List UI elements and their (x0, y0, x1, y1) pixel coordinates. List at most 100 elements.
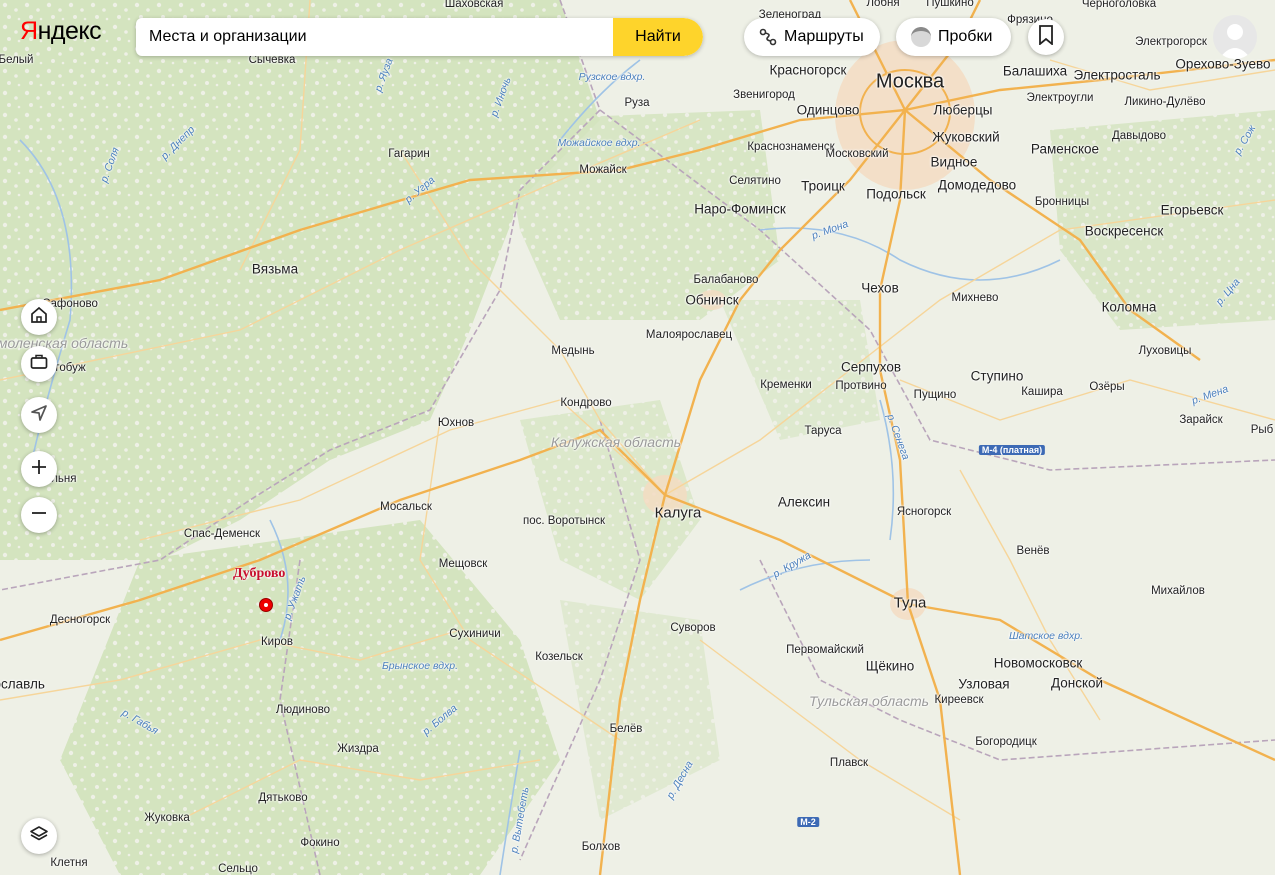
map-label: Алексин (777, 494, 831, 510)
map-label: Венёв (1016, 545, 1050, 557)
map-label: Белёв (609, 723, 643, 735)
navigation-arrow-icon (29, 403, 49, 428)
map-label: Киреевск (934, 694, 984, 706)
map-label: Гагарин (388, 148, 430, 160)
map-label: Пущино (913, 389, 957, 401)
map-label: Орехово-Зуево (1175, 56, 1271, 72)
map-label: Щёкино (865, 658, 915, 674)
map-label: Кондрово (560, 397, 612, 409)
map-label: Первомайский (786, 644, 864, 656)
map-label: Троицк (801, 178, 845, 194)
map-label: Воскресенск (1084, 223, 1164, 239)
search-input[interactable] (136, 18, 613, 56)
map-label: Десногорск (49, 614, 111, 626)
placemark-label[interactable]: Дуброво (233, 566, 285, 582)
map-label: Шатское вдхр. (1009, 630, 1083, 642)
map-label: Шаховская (444, 0, 504, 10)
map-label: Новомосковск (993, 655, 1083, 671)
map-label: Электросталь (1073, 67, 1161, 83)
map-label: Мещовск (438, 558, 488, 570)
locate-me-button[interactable] (21, 397, 57, 433)
map-label: Давыдово (1111, 130, 1167, 142)
routes-label: Маршруты (784, 28, 864, 45)
map-label: Наро-Фоминск (694, 201, 786, 217)
map-label: Киров (260, 636, 294, 648)
traffic-button[interactable]: Пробки (896, 18, 1011, 56)
map-label: Можайск (579, 164, 627, 176)
map-label: Люберцы (933, 102, 993, 118)
map-label: Сухиничи (449, 628, 501, 640)
map-label: Егорьевск (1160, 202, 1224, 218)
search-button[interactable]: Найти (613, 18, 703, 56)
map-label: Можайское вдхр. (557, 137, 641, 149)
traffic-label: Пробки (938, 28, 993, 45)
map-label: Жуковка (144, 812, 190, 824)
minus-icon (30, 504, 48, 527)
map-label: Вязьма (251, 261, 299, 277)
layers-button[interactable] (21, 818, 57, 854)
map-label: Бронницы (1034, 196, 1090, 208)
user-avatar[interactable] (1213, 15, 1257, 59)
map-label: Узловая (958, 676, 1010, 692)
map-label: Ясногорск (896, 506, 952, 518)
map-label: Ликино-Дулёво (1124, 96, 1206, 108)
map-label: пос. Воротынск (522, 515, 606, 527)
home-button[interactable] (21, 299, 57, 335)
map-label: Дятьково (258, 792, 308, 804)
map-label: Кременки (760, 379, 812, 391)
map-label: Тула (893, 594, 927, 612)
map-label: Электрогорск (1135, 36, 1207, 48)
map-label: Красногорск (769, 62, 847, 78)
map-label: Луховицы (1138, 345, 1192, 357)
map-label: Домодедово (937, 177, 1017, 193)
map-label: Калуга (654, 504, 702, 522)
map-label: Таруса (804, 425, 842, 437)
map-label: Брынское вдхр. (381, 660, 459, 672)
map-label: Зарайск (1179, 414, 1223, 426)
zoom-in-button[interactable] (21, 451, 57, 487)
map-label: Селятино (729, 175, 781, 187)
user-icon (1219, 24, 1251, 59)
map-label: Кашира (1021, 386, 1063, 398)
map-label: Московский (825, 148, 889, 160)
bookmarks-button[interactable] (1028, 19, 1064, 55)
map-label: Богородицк (975, 736, 1037, 748)
zoom-out-button[interactable] (21, 497, 57, 533)
map-label: Звенигород (733, 89, 795, 101)
map-label: Электроугли (1026, 92, 1094, 104)
map-label: Москва (875, 70, 945, 93)
briefcase-icon (29, 352, 49, 377)
placemark-pin[interactable] (259, 598, 273, 612)
map-label: Рославль (0, 676, 45, 692)
map-label: Мосальск (380, 501, 432, 513)
yandex-logo[interactable]: Яндекс (20, 17, 102, 46)
map-label: Озёры (1089, 381, 1125, 393)
map-label: Донской (1050, 675, 1104, 691)
map-label: Жуковский (932, 129, 1000, 145)
traffic-icon (910, 26, 932, 48)
map-label: Лобня (866, 0, 900, 9)
map-label: Балашиха (1002, 63, 1068, 79)
map-label: Болхов (581, 841, 621, 853)
map-label: Смоленская область (0, 335, 129, 351)
map-label: Калужская область (550, 434, 682, 450)
routes-button[interactable]: Маршруты (744, 18, 880, 56)
map-label: Черноголовка (1081, 0, 1157, 10)
map-label: Козельск (535, 651, 583, 663)
map-label: Малоярославец (645, 329, 733, 341)
home-icon (29, 305, 49, 330)
map-label: Клетня (50, 857, 88, 869)
bookmark-icon (1038, 24, 1054, 50)
map-label: Михнево (951, 292, 999, 304)
map-label: М-4 (платная) (978, 445, 1046, 455)
plus-icon (30, 458, 48, 481)
map-label: Балабаново (693, 274, 759, 286)
work-button[interactable] (21, 346, 57, 382)
layers-icon (29, 824, 49, 849)
map-label: Видное (930, 154, 978, 170)
search-bar: Найти (136, 18, 703, 56)
map-label: Обнинск (685, 292, 739, 308)
map-label: Чехов (861, 280, 899, 296)
map-label: Краснознаменск (747, 141, 835, 153)
map-label: Суворов (670, 622, 716, 634)
